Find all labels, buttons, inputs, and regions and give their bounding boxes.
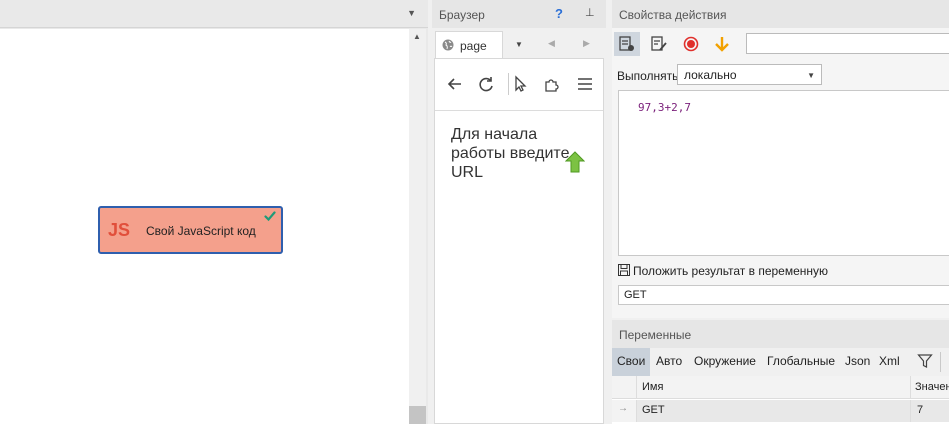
upload-arrow-icon [565,151,585,173]
browser-tab[interactable]: page [435,31,503,58]
variables-pane: Переменные Свои Авто Окружение Глобальны… [612,320,949,424]
browser-title: Браузер [439,8,485,22]
browser-pane: Браузер ? ⊥ page ▼ ◀ ▶ Для начала работы… [432,0,606,424]
execute-select[interactable]: локально ▼ [677,64,822,85]
toolbar-separator [508,73,509,95]
edit-view-button[interactable] [646,32,672,56]
help-icon[interactable]: ? [555,6,563,21]
browser-header: Браузер ? ⊥ [432,0,606,28]
code-text: 97,3+2,7 [638,101,691,114]
properties-toolbar [612,30,949,58]
tab-own[interactable]: Свои [612,348,651,376]
variables-header: Переменные [612,320,949,348]
action-properties-pane: Свойства действия Выполнять локально ▼ 9… [612,0,949,318]
tab-global[interactable]: Глобальные [767,354,835,368]
tab-list-dropdown-icon[interactable]: ▼ [515,40,523,49]
tab-auto[interactable]: Авто [656,354,682,368]
project-canvas[interactable]: JS Свой JavaScript код [0,29,409,424]
canvas-scrollbar[interactable]: ▲ [409,29,426,424]
variable-value-cell: 7 [910,400,923,422]
scroll-up-icon[interactable]: ▲ [413,32,421,41]
table-row[interactable]: → GET 7 [612,400,949,422]
browser-viewport: Для начала работы введите URL [434,58,604,424]
row-indicator: → [612,400,637,422]
execute-row: Выполнять локально ▼ [612,64,949,86]
value-column-header[interactable]: Значен [910,376,949,399]
project-canvas-pane: ▼ JS Свой JavaScript код ▲ [0,0,428,424]
app-window: ▼ JS Свой JavaScript код ▲ Браузер ? ⊥ p… [0,0,949,424]
back-icon[interactable] [445,74,465,94]
tab-xml[interactable]: Xml [879,354,900,368]
save-result-label: Положить результат в переменную [633,264,829,278]
execute-select-value: локально [684,68,737,82]
settings-view-button[interactable] [614,32,640,56]
tab-json[interactable]: Json [845,354,870,368]
puzzle-icon[interactable] [542,74,562,94]
code-editor[interactable]: 97,3+2,7 [618,90,949,256]
execute-label: Выполнять [617,69,679,83]
checkmark-icon [264,211,276,222]
variables-tabs: Свои Авто Окружение Глобальные Json Xml [612,348,949,376]
record-icon [683,36,699,52]
properties-header: Свойства действия [612,0,949,28]
pin-icon[interactable]: ⊥ [585,6,595,19]
record-button[interactable] [678,32,704,56]
properties-title: Свойства действия [619,8,727,22]
filter-icon[interactable] [917,353,933,369]
menu-icon[interactable] [575,74,595,94]
browser-toolbar [435,59,603,111]
tabs-scroll-right-icon[interactable]: ▶ [583,38,590,49]
row-arrow-icon: → [618,403,628,414]
variables-title: Переменные [619,328,692,342]
index-column-header [612,376,637,399]
properties-search-input[interactable] [746,33,949,54]
result-variable-input[interactable]: GET [618,285,949,305]
chevron-down-icon[interactable]: ▼ [407,8,416,18]
save-disk-icon [618,264,630,276]
reload-icon[interactable] [476,74,496,94]
globe-icon [442,39,454,51]
edit-document-icon [651,36,667,51]
canvas-toolbar: ▼ [0,0,428,28]
scrollbar-thumb[interactable] [409,406,426,424]
empty-page-message: Для начала работы введите URL [451,126,570,181]
pointer-icon[interactable] [510,74,530,94]
tabs-scroll-left-icon[interactable]: ◀ [548,38,555,49]
browser-tab-label: page [460,39,487,53]
download-arrow-icon [715,37,729,52]
result-variable-value: GET [624,289,647,301]
table-header: Имя Значен [612,376,949,399]
variables-table: Имя Значен → GET 7 [612,376,949,424]
tab-environment[interactable]: Окружение [694,354,756,368]
js-badge: JS [108,220,131,240]
download-button[interactable] [709,32,735,56]
settings-document-icon [619,36,634,51]
name-column-header[interactable]: Имя [642,381,663,393]
browser-tabbar: page ▼ ◀ ▶ [432,30,606,58]
tabs-separator [940,352,941,372]
action-block-label: Свой JavaScript код [146,224,256,238]
chevron-down-icon: ▼ [807,71,815,80]
js-action-block[interactable]: JS Свой JavaScript код [98,206,283,254]
variable-name-cell: GET [642,404,665,416]
